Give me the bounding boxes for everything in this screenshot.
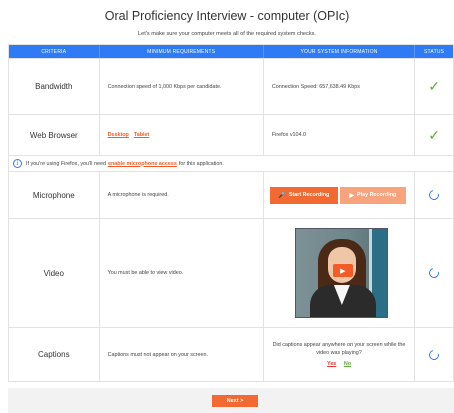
table-row-bandwidth: Bandwidth Connection speed of 1,000 Kbps…	[9, 58, 453, 114]
criteria-video: Video	[9, 219, 100, 327]
requirement-video: You must be able to view video.	[100, 219, 264, 327]
status-bandwidth: ✓	[415, 59, 453, 114]
status-microphone	[415, 172, 453, 218]
next-button[interactable]: Next >	[212, 395, 258, 407]
captions-question-cell: Did captions appear anywhere on your scr…	[264, 328, 416, 381]
table-row-browser: Web Browser Desktop Tablet Firefox v104.…	[9, 114, 453, 155]
loading-icon	[427, 188, 441, 202]
firefox-note-row: i If you're using Firefox, you'll need e…	[9, 155, 453, 171]
info-icon: i	[13, 159, 22, 168]
start-recording-label: Start Recording	[288, 192, 330, 198]
requirement-captions: Captions must not appear on your screen.	[100, 328, 264, 381]
header-status: STATUS	[423, 48, 445, 55]
no-link[interactable]: No	[344, 361, 351, 367]
criteria-captions: Captions	[9, 328, 100, 381]
play-recording-label: Play Recording	[357, 192, 397, 198]
info-browser: Firefox v104.0	[264, 115, 416, 155]
footer-bar: Next >	[8, 388, 454, 413]
criteria-microphone: Microphone	[9, 172, 100, 218]
captions-answer-links: Yes No	[327, 360, 351, 368]
microphone-controls: 🎤 Start Recording ▶ Play Recording	[264, 172, 416, 218]
firefox-note-prefix: If you're using Firefox, you'll need	[26, 160, 106, 167]
firefox-note-suffix: for this application.	[178, 160, 224, 167]
header-criteria: CRITERIA	[9, 45, 100, 58]
enable-microphone-link[interactable]: enable microphone access	[108, 161, 177, 167]
table-row-video: Video You must be able to view video. ▶	[9, 218, 453, 327]
header-requirements: MINIMUM REQUIREMENTS	[100, 45, 264, 58]
table-header: CRITERIA MINIMUM REQUIREMENTS YOUR SYSTE…	[9, 45, 453, 58]
status-browser: ✓	[415, 115, 453, 155]
table-row-captions: Captions Captions must not appear on you…	[9, 327, 453, 381]
tablet-link[interactable]: Tablet	[134, 132, 149, 138]
microphone-icon: 🎤	[278, 192, 286, 199]
status-video	[415, 219, 453, 327]
check-icon: ✓	[428, 78, 440, 94]
system-check-table: CRITERIA MINIMUM REQUIREMENTS YOUR SYSTE…	[8, 44, 454, 382]
table-row-microphone: Microphone A microphone is required. 🎤 S…	[9, 171, 453, 218]
page-subtitle: Let's make sure your computer meets all …	[138, 31, 316, 37]
criteria-browser: Web Browser	[9, 115, 100, 155]
loading-icon	[427, 347, 441, 362]
video-play-icon[interactable]: ▶	[332, 264, 353, 277]
requirement-bandwidth: Connection speed of 1,000 Kbps per candi…	[100, 59, 264, 114]
video-cell: ▶	[264, 219, 416, 327]
loading-icon	[427, 266, 441, 280]
play-icon: ▶	[349, 192, 355, 199]
captions-question: Did captions appear anywhere on your scr…	[272, 342, 406, 356]
info-bandwidth: Connection Speed: 657,638.49 Kbps	[264, 59, 416, 114]
requirement-microphone: A microphone is required.	[100, 172, 264, 218]
yes-link[interactable]: Yes	[327, 361, 336, 367]
video-player[interactable]: ▶	[294, 228, 388, 318]
criteria-bandwidth: Bandwidth	[9, 59, 100, 114]
desktop-link[interactable]: Desktop	[108, 132, 129, 138]
requirement-browser: Desktop Tablet	[100, 115, 264, 155]
page-title: Oral Proficiency Interview - computer (O…	[104, 9, 350, 23]
check-icon: ✓	[428, 126, 440, 143]
status-captions	[415, 328, 453, 381]
play-recording-button[interactable]: ▶ Play Recording	[339, 186, 406, 204]
start-recording-button[interactable]: 🎤 Start Recording	[269, 186, 338, 204]
header-system-info: YOUR SYSTEM INFORMATION	[264, 45, 416, 58]
firefox-note: i If you're using Firefox, you'll need e…	[9, 156, 453, 171]
